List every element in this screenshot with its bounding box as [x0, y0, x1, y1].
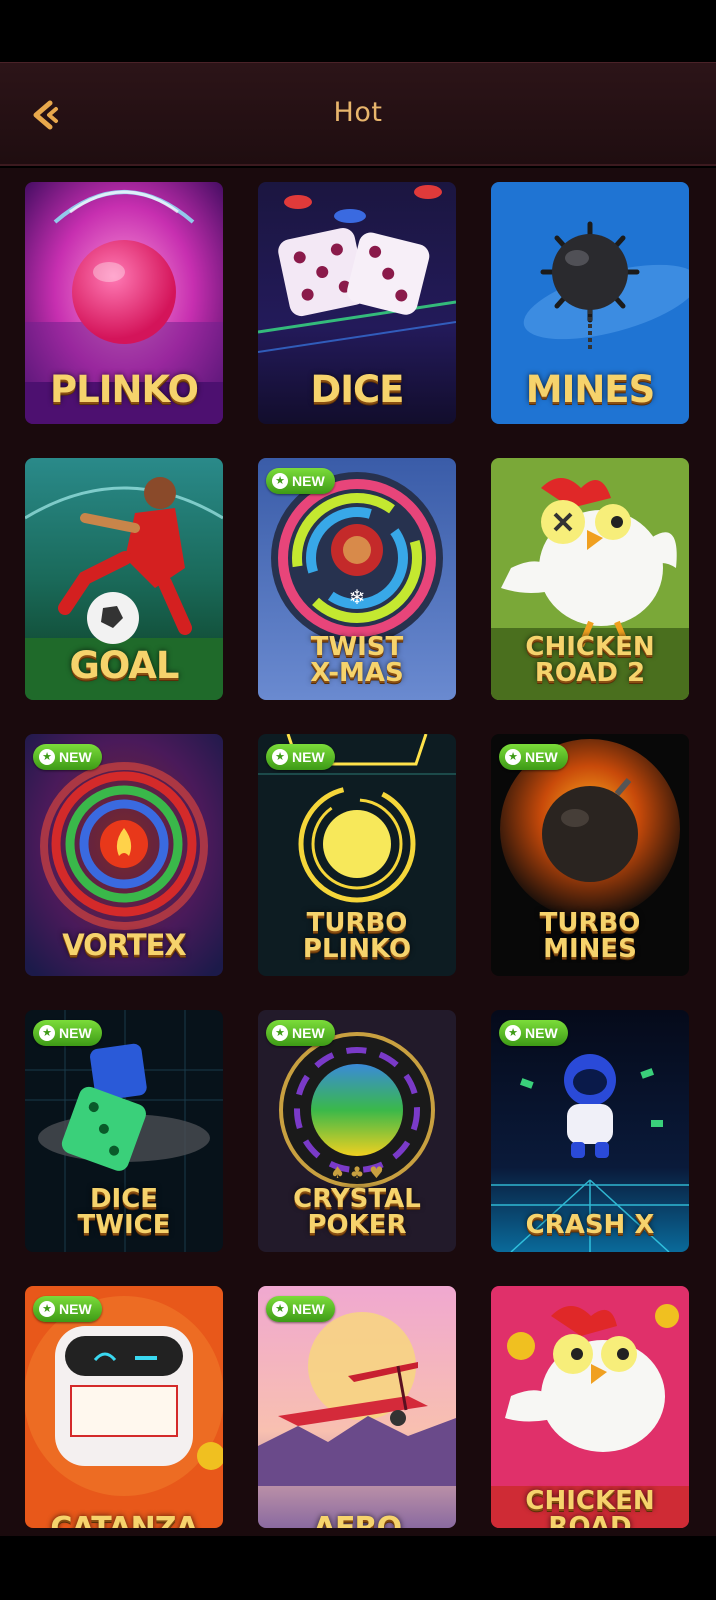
game-title: CATANZA: [25, 1514, 223, 1529]
star-icon: ★: [272, 749, 288, 765]
game-title: TWIST X-MAS: [310, 632, 404, 688]
game-title: TURBO MINES: [539, 908, 641, 964]
star-icon: ★: [39, 1301, 55, 1317]
header: Hot: [0, 62, 716, 166]
new-badge: ★ NEW: [33, 1020, 102, 1046]
game-title: DICE TWICE: [77, 1184, 171, 1240]
new-badge: ★ NEW: [33, 1296, 102, 1322]
game-tile-goal[interactable]: GOAL: [25, 458, 223, 700]
new-badge: ★ NEW: [266, 744, 335, 770]
page-title: Hot: [333, 97, 383, 128]
new-badge: ★ NEW: [266, 468, 335, 494]
star-icon: ★: [272, 1301, 288, 1317]
new-badge: ★ NEW: [499, 744, 568, 770]
new-badge: ★ NEW: [499, 1020, 568, 1046]
game-title: DICE: [310, 368, 405, 411]
game-tile-twist-xmas[interactable]: ❄ ★ NEW TWIST X-MAS: [258, 458, 456, 700]
game-title: VORTEX: [62, 928, 187, 962]
game-title: CHICKEN ROAD 2: [525, 632, 655, 688]
game-tile-chicken-road[interactable]: CHICKEN ROAD: [491, 1286, 689, 1528]
game-tile-catanza[interactable]: ★NEW CATANZA: [25, 1286, 223, 1528]
game-title: TURBO PLINKO: [302, 908, 412, 964]
game-tile-vortex[interactable]: ★ NEW VORTEX: [25, 734, 223, 976]
game-title: PLINKO: [50, 368, 199, 411]
game-title: AERO: [258, 1514, 456, 1529]
game-tile-dice[interactable]: DICE: [258, 182, 456, 424]
new-badge: ★ NEW: [266, 1296, 335, 1322]
star-icon: ★: [505, 1025, 521, 1041]
game-tile-turbo-mines[interactable]: ★ NEW TURBO MINES: [491, 734, 689, 976]
game-grid: PLINKO DICE MINES GOAL ❄ ★ NEW TWIST X-M…: [25, 182, 689, 1528]
game-tile-crash-x[interactable]: ★ NEW CRASH X: [491, 1010, 689, 1252]
star-icon: ★: [39, 749, 55, 765]
catanza-art: [25, 1286, 223, 1528]
game-tile-dice-twice[interactable]: ★ NEW DICE TWICE: [25, 1010, 223, 1252]
game-tile-plinko[interactable]: PLINKO: [25, 182, 223, 424]
game-tile-mines[interactable]: MINES: [491, 182, 689, 424]
game-title: MINES: [525, 368, 655, 411]
star-icon: ★: [272, 473, 288, 489]
star-icon: ★: [39, 1025, 55, 1041]
status-bar: [0, 0, 716, 62]
game-tile-aero[interactable]: ★NEW AERO: [258, 1286, 456, 1528]
game-title: CRASH X: [525, 1210, 655, 1240]
game-tile-crystal-poker[interactable]: ♠ ♣ ♥ ★ NEW CRYSTAL POKER: [258, 1010, 456, 1252]
star-icon: ★: [505, 749, 521, 765]
game-title: CRYSTAL POKER: [293, 1184, 421, 1240]
game-title: GOAL: [69, 644, 179, 687]
game-list[interactable]: PLINKO DICE MINES GOAL ❄ ★ NEW TWIST X-M…: [0, 168, 716, 1536]
aero-art: [258, 1286, 456, 1528]
new-badge: ★ NEW: [33, 744, 102, 770]
game-tile-turbo-plinko[interactable]: ★ NEW TURBO PLINKO: [258, 734, 456, 976]
game-tile-chicken-road-2[interactable]: CHICKEN ROAD 2: [491, 458, 689, 700]
svg-text:❄: ❄: [349, 585, 366, 609]
svg-text:♠ ♣ ♥: ♠ ♣ ♥: [330, 1163, 383, 1182]
new-badge: ★ NEW: [266, 1020, 335, 1046]
system-nav-bar: [0, 1536, 716, 1600]
star-icon: ★: [272, 1025, 288, 1041]
game-title: CHICKEN ROAD: [525, 1486, 655, 1528]
